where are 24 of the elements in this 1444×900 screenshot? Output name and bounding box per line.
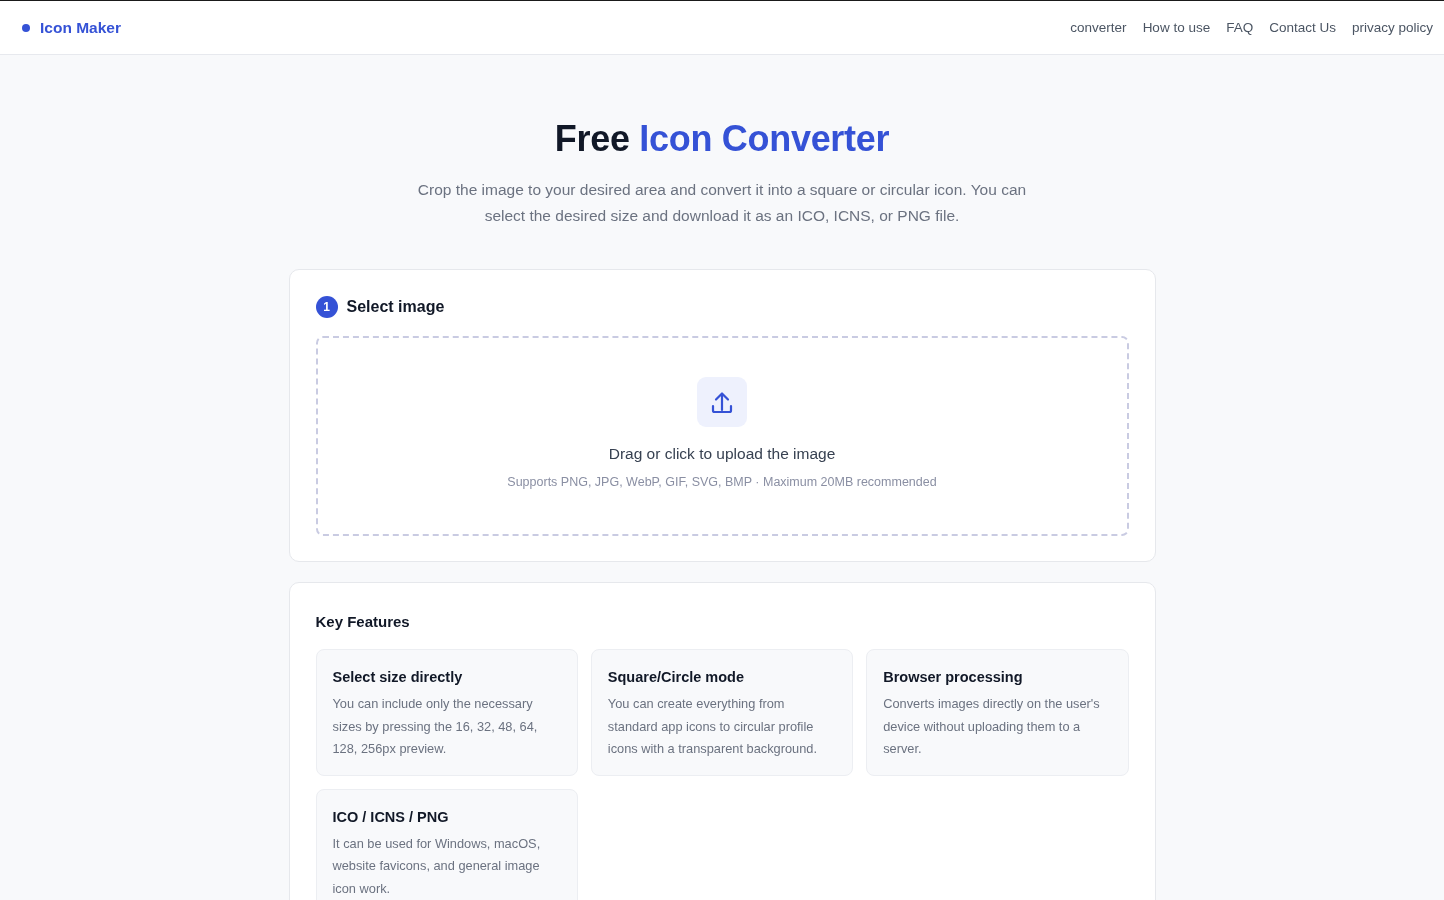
feature-description: It can be used for Windows, macOS, website favicons, and general image icon work. [332, 834, 542, 898]
nav-link[interactable]: How to use [1142, 20, 1211, 35]
section-title: Select image [346, 298, 445, 316]
upload-icon [697, 377, 747, 427]
section-title: Key Features [315, 613, 411, 630]
feature-title: Square/Circle mode [607, 669, 745, 685]
upload-prompt: Drag or click to upload the image [608, 445, 836, 463]
upload-dropzone[interactable]: Drag or click to upload the image Supports PNG, JPG, WebP, GIF, SVG, BMP · Maximum 20MB recommended [315, 336, 1129, 536]
feature-title: ICO / ICNS / PNG [332, 808, 450, 825]
nav-link[interactable]: privacy policy [1351, 20, 1433, 35]
feature-title: Browser processing [883, 669, 1024, 685]
nav-link[interactable]: FAQ [1226, 20, 1254, 35]
feature-title: Select size directly [332, 669, 464, 685]
nav-link[interactable]: converter [1070, 20, 1127, 35]
page-title: Free Icon Converter [553, 117, 891, 161]
step-number-badge: 1 [315, 296, 338, 318]
logo-link[interactable]: Icon Maker [22, 18, 121, 37]
page-subtitle: Crop the image to your desired area and convert it into a square or circular icon. You can select the desired size and download it as an ICO, ICNS, or PNG file. [416, 180, 1028, 226]
dot-icon [22, 23, 30, 32]
feature-description: You can create everything from standard app icons to circular profile icons with a transparent background. [607, 695, 818, 758]
feature-description: You can include only the necessary sizes by pressing the 16, 32, 48, 64, 128, 256px preview. [332, 695, 539, 758]
nav-link[interactable]: Contact Us [1269, 20, 1336, 35]
upload-hint: Supports PNG, JPG, WebP, GIF, SVG, BMP · Maximum 20MB recommended [507, 475, 937, 489]
feature-description: Converts images directly on the user's device without uploading them to a server. [883, 695, 1101, 758]
